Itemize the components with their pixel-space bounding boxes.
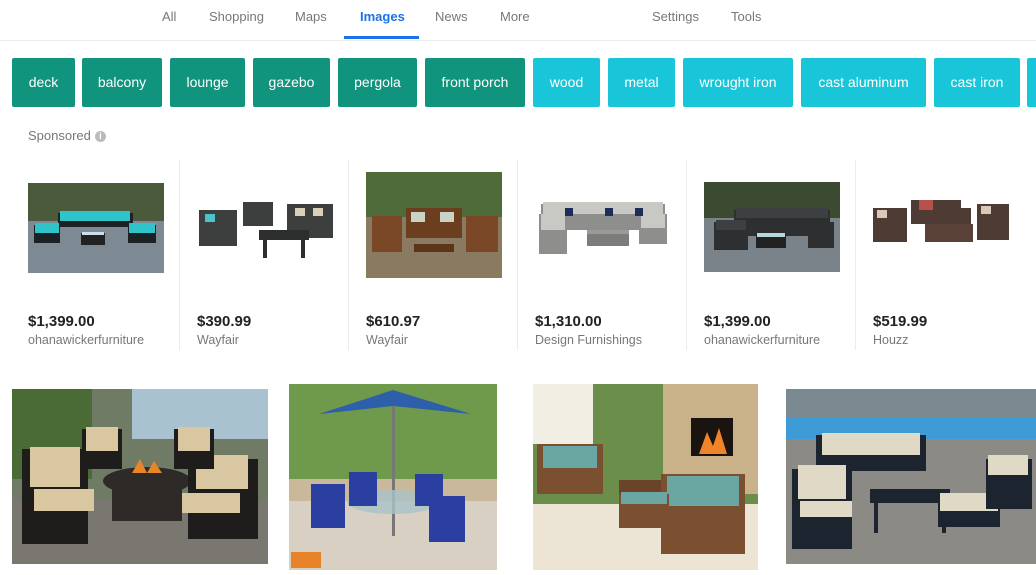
product-card[interactable]: $390.99 Wayfair <box>181 160 349 350</box>
chip-cast-aluminum[interactable]: cast aluminum <box>801 58 926 107</box>
tools-link[interactable]: Tools <box>731 0 761 38</box>
chip-overflow[interactable] <box>1027 58 1036 107</box>
product-seller[interactable]: ohanawickerfurniture <box>704 333 820 347</box>
sponsored-text: Sponsored <box>28 128 91 143</box>
settings-link[interactable]: Settings <box>652 0 699 38</box>
gray-sectional-image[interactable] <box>535 186 671 276</box>
product-price: $1,399.00 <box>28 313 95 330</box>
product-card[interactable]: $610.97 Wayfair <box>350 160 518 350</box>
chip-gazebo[interactable]: gazebo <box>253 58 330 107</box>
chip-pergola[interactable]: pergola <box>338 58 417 107</box>
chip-wood[interactable]: wood <box>533 58 600 107</box>
result-image-fireplace[interactable] <box>533 384 758 570</box>
divider <box>179 160 180 350</box>
tab-all[interactable]: All <box>162 0 176 38</box>
divider <box>686 160 687 350</box>
dark-sectional-image[interactable] <box>704 182 840 272</box>
tab-images[interactable]: Images <box>360 0 405 38</box>
product-price: $1,310.00 <box>535 313 602 330</box>
brown-set-image[interactable] <box>873 186 1009 276</box>
chip-lounge[interactable]: lounge <box>170 58 245 107</box>
product-price: $390.99 <box>197 313 252 330</box>
product-price: $519.99 <box>873 313 928 330</box>
divider <box>348 160 349 350</box>
chip-metal[interactable]: metal <box>608 58 675 107</box>
tab-news[interactable]: News <box>435 0 468 38</box>
product-card[interactable]: $519.99 Houzz <box>857 160 1036 350</box>
active-tab-indicator <box>344 36 419 39</box>
divider <box>517 160 518 350</box>
tab-more[interactable]: More <box>500 0 530 38</box>
refinement-chips: deck balcony lounge gazebo pergola front… <box>0 58 1036 107</box>
chip-cast-iron[interactable]: cast iron <box>934 58 1020 107</box>
product-seller[interactable]: ohanawickerfurniture <box>28 333 144 347</box>
chat-set-image[interactable] <box>197 188 333 278</box>
wood-set-image[interactable] <box>366 172 502 278</box>
product-card[interactable]: $1,399.00 ohanawickerfurniture <box>28 160 180 350</box>
product-card[interactable]: $1,310.00 Design Furnishings <box>519 160 687 350</box>
result-image-firepit[interactable] <box>12 389 268 564</box>
result-image-umbrella[interactable] <box>289 384 497 570</box>
chip-wrought-iron[interactable]: wrought iron <box>683 58 793 107</box>
product-price: $1,399.00 <box>704 313 771 330</box>
sponsored-label: Sponsored i <box>28 128 106 143</box>
tab-shopping[interactable]: Shopping <box>209 0 264 38</box>
product-seller[interactable]: Houzz <box>873 333 908 347</box>
chip-balcony[interactable]: balcony <box>82 58 162 107</box>
chip-front-porch[interactable]: front porch <box>425 58 525 107</box>
sectional-teal-image[interactable] <box>28 183 164 273</box>
top-nav: All Shopping Maps Images News More Setti… <box>0 0 1036 41</box>
tab-maps[interactable]: Maps <box>295 0 327 38</box>
product-seller[interactable]: Wayfair <box>366 333 408 347</box>
info-icon[interactable]: i <box>94 131 106 142</box>
product-card[interactable]: $1,399.00 ohanawickerfurniture <box>688 160 856 350</box>
product-price: $610.97 <box>366 313 421 330</box>
chip-deck[interactable]: deck <box>12 58 75 107</box>
product-seller[interactable]: Wayfair <box>197 333 239 347</box>
product-seller[interactable]: Design Furnishings <box>535 333 642 347</box>
result-image-ocean-view[interactable] <box>786 389 1036 564</box>
divider <box>855 160 856 350</box>
